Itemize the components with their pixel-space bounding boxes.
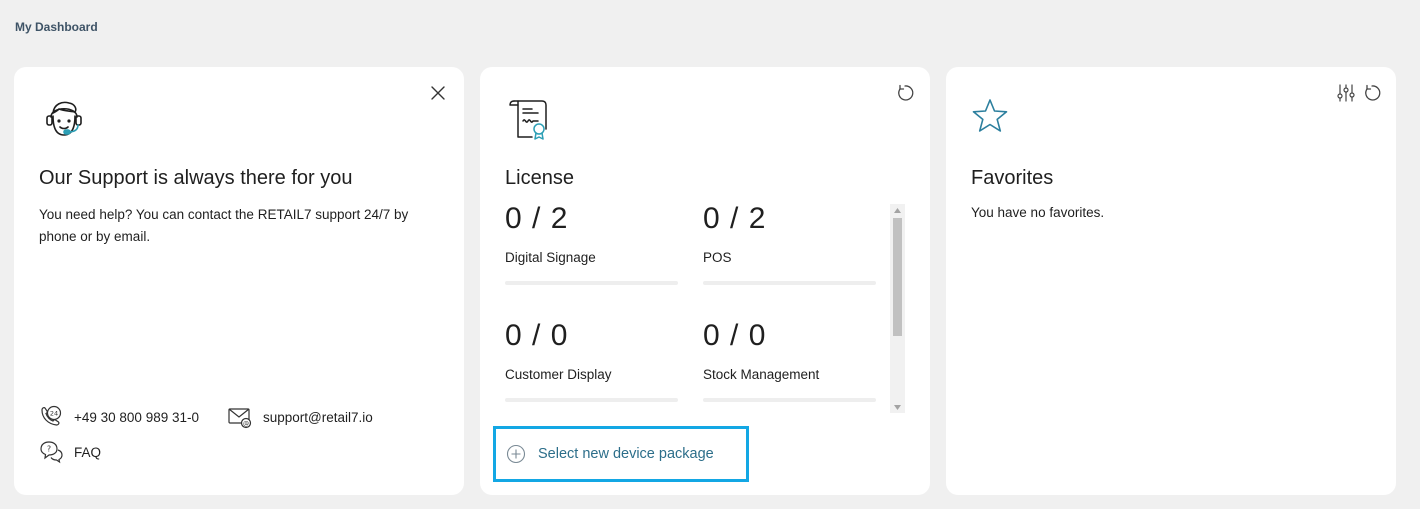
svg-text:24: 24 [50,410,58,418]
license-label: Digital Signage [505,250,596,265]
support-agent-icon [42,97,86,141]
license-count: 0 / 2 [703,202,767,235]
license-count: 0 / 2 [505,202,569,235]
license-item-pos: 0 / 2 POS [703,202,876,285]
license-item-customer-display: 0 / 0 Customer Display [505,319,678,402]
page-title: My Dashboard [15,20,98,34]
email-icon: @ [227,404,253,430]
license-item-digital-signage: 0 / 2 Digital Signage [505,202,678,285]
select-device-package-label: Select new device package [538,446,714,462]
license-count: 0 / 0 [703,319,767,352]
license-label: POS [703,250,732,265]
select-device-package-button[interactable]: Select new device package [493,426,749,482]
support-title: Our Support is always there for you [39,167,353,189]
sliders-icon[interactable] [1336,83,1356,103]
star-icon [970,97,1014,141]
refresh-icon[interactable] [895,83,915,103]
scroll-up-arrow-icon[interactable] [890,204,905,216]
phone-24-icon: 24 [38,404,64,430]
license-label: Stock Management [703,367,820,382]
favorites-title: Favorites [971,167,1054,189]
scroll-down-arrow-icon[interactable] [890,401,905,413]
faq-label: FAQ [74,444,102,460]
license-progress-bar [703,398,876,402]
phone-number: +49 30 800 989 31-0 [74,409,199,425]
scrollbar-thumb[interactable] [893,218,902,336]
plus-circle-icon [506,444,526,464]
close-icon[interactable] [428,83,448,103]
license-count: 0 / 0 [505,319,569,352]
refresh-icon[interactable] [1362,83,1382,103]
svg-text:?: ? [47,445,51,454]
phone-contact[interactable]: 24 +49 30 800 989 31-0 @ support@retail7… [38,404,373,430]
license-label: Customer Display [505,367,612,382]
favorites-empty-text: You have no favorites. [971,205,1105,220]
support-text: You need help? You can contact the RETAI… [39,207,409,244]
license-card: License 0 / 2 Digital Signage 0 / 2 POS … [480,67,930,495]
license-scrollbar[interactable] [890,204,905,413]
support-card: Our Support is always there for you You … [14,67,464,495]
email-address[interactable]: support@retail7.io [263,410,373,425]
license-progress-bar [505,281,678,285]
svg-text:@: @ [243,420,249,427]
faq-icon: ? [38,439,64,465]
license-title: License [505,167,574,189]
license-progress-bar [505,398,678,402]
license-certificate-icon [508,97,552,141]
favorites-card: Favorites You have no favorites. [946,67,1396,495]
license-grid: 0 / 2 Digital Signage 0 / 2 POS 0 / 0 Cu… [505,202,890,414]
license-item-stock-management: 0 / 0 Stock Management [703,319,876,402]
faq-link[interactable]: ? FAQ [38,439,101,465]
license-progress-bar [703,281,876,285]
